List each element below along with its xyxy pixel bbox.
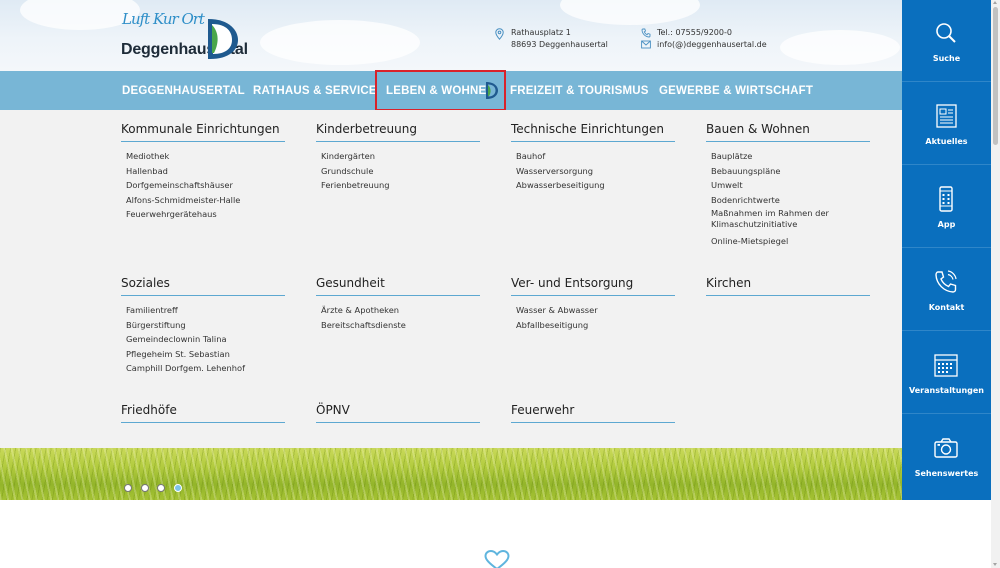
menu-link[interactable]: Bürgerstiftung <box>126 318 245 333</box>
menu-link[interactable]: Maßnahmen im Rahmen der Klimaschutziniti… <box>711 208 871 230</box>
calendar-icon <box>934 354 958 377</box>
logo-d-icon <box>208 19 238 59</box>
sidebar-item-label: Kontakt <box>928 303 965 312</box>
menu-link[interactable]: Familientreff <box>126 303 245 318</box>
address-line2: 88693 Deggenhausertal <box>511 40 608 49</box>
sidebar-item-suche[interactable]: Suche <box>902 0 991 82</box>
address-block: Rathausplatz 1 88693 Deggenhausertal <box>495 27 608 51</box>
phone-icon <box>935 270 957 293</box>
nav-item-rathaus-service[interactable]: RATHAUS & SERVICE <box>253 71 377 110</box>
menu-link[interactable]: Gemeindeclownin Talina <box>126 332 245 347</box>
contact-block: Tel.: 07555/9200-0 info(@)deggenhauserta… <box>641 27 767 51</box>
menu-link[interactable]: Dorfgemeinschaftshäuser <box>126 178 240 193</box>
heart-icon <box>484 550 510 568</box>
sidebar-item-sehenswertes[interactable]: Sehenswertes <box>902 415 991 497</box>
menu-link[interactable]: Camphill Dorfgem. Lehenhof <box>126 361 245 376</box>
menu-link[interactable]: Umwelt <box>711 178 871 193</box>
menu-list-technische: Bauhof Wasserversorgung Abwasserbeseitig… <box>516 149 605 193</box>
menu-link[interactable]: Bebauungspläne <box>711 164 871 179</box>
sidebar-item-label: Suche <box>932 54 961 63</box>
scrollbar-thumb[interactable] <box>993 7 998 145</box>
menu-heading-technische[interactable]: Technische Einrichtungen <box>511 122 675 142</box>
menu-link[interactable]: Bereitschaftsdienste <box>321 318 406 333</box>
camera-icon <box>934 438 958 458</box>
sidebar-item-label: App <box>937 220 956 229</box>
menu-link[interactable]: Ferienbetreuung <box>321 178 390 193</box>
phone-number[interactable]: Tel.: 07555/9200-0 <box>657 27 767 39</box>
nav-item-deggenhausertal[interactable]: DEGGENHAUSERTAL <box>122 71 245 110</box>
slider-dot-3[interactable] <box>157 484 165 492</box>
smartphone-icon <box>939 186 953 212</box>
menu-heading-oepnv[interactable]: ÖPNV <box>316 403 480 423</box>
menu-heading-friedhoefe[interactable]: Friedhöfe <box>121 403 285 423</box>
cloud-decoration <box>780 30 900 65</box>
sidebar-item-veranstaltungen[interactable]: Veranstaltungen <box>902 332 991 414</box>
menu-link[interactable]: Bodenrichtwerte <box>711 193 871 208</box>
scroll-up-arrow-icon[interactable] <box>993 1 997 4</box>
location-pin-icon <box>495 28 504 40</box>
menu-link[interactable]: Kindergärten <box>321 149 390 164</box>
menu-link[interactable]: Alfons-Schmidmeister-Halle <box>126 193 240 208</box>
menu-heading-kinderbetreuung[interactable]: Kinderbetreuung <box>316 122 480 142</box>
search-icon <box>936 23 956 43</box>
logo-script: Luft Kur Ort <box>122 10 205 28</box>
menu-link[interactable]: Bauplätze <box>711 149 871 164</box>
page-scrollbar[interactable] <box>991 0 1000 568</box>
menu-link[interactable]: Mediothek <box>126 149 240 164</box>
mail-icon <box>641 40 651 49</box>
sidebar-item-label: Aktuelles <box>925 137 968 146</box>
menu-link[interactable]: Hallenbad <box>126 164 240 179</box>
menu-list-bauen-wohnen: Bauplätze Bebauungspläne Umwelt Bodenric… <box>711 149 871 249</box>
cloud-decoration <box>560 0 700 25</box>
sidebar-item-kontakt[interactable]: Kontakt <box>902 249 991 331</box>
menu-heading-feuerwehr[interactable]: Feuerwehr <box>511 403 675 423</box>
scroll-down-arrow-icon[interactable] <box>993 563 997 566</box>
menu-heading-kirchen[interactable]: Kirchen <box>706 276 870 296</box>
menu-heading-kommunale[interactable]: Kommunale Einrichtungen <box>121 122 285 142</box>
menu-link[interactable]: Pflegeheim St. Sebastian <box>126 347 245 362</box>
sidebar-item-label: Veranstaltungen <box>908 386 984 395</box>
sidebar-item-aktuelles[interactable]: Aktuelles <box>902 83 991 165</box>
menu-heading-bauen-wohnen[interactable]: Bauen & Wohnen <box>706 122 870 142</box>
menu-link[interactable]: Wasserversorgung <box>516 164 605 179</box>
email-link[interactable]: info(@)deggenhausertal.de <box>657 39 767 51</box>
menu-list-gesundheit: Ärzte & Apotheken Bereitschaftsdienste <box>321 303 406 332</box>
slider-dot-1[interactable] <box>124 484 132 492</box>
mega-menu: Kommunale Einrichtungen Mediothek Hallen… <box>0 110 902 448</box>
menu-link[interactable]: Online-Mietspiegel <box>711 234 871 249</box>
menu-link[interactable]: Ärzte & Apotheken <box>321 303 406 318</box>
site-logo[interactable]: Luft Kur Ort Deggenhausertal <box>118 10 248 64</box>
nav-item-gewerbe-wirtschaft[interactable]: GEWERBE & WIRTSCHAFT <box>659 71 813 110</box>
slider-dot-4-active[interactable] <box>174 484 182 492</box>
menu-link[interactable]: Wasser & Abwasser <box>516 303 598 318</box>
active-nav-highlight <box>375 70 506 111</box>
hero-slider-image <box>0 448 902 500</box>
nav-item-freizeit-tourismus[interactable]: FREIZEIT & TOURISMUS <box>510 71 649 110</box>
menu-list-soziales: Familientreff Bürgerstiftung Gemeindeclo… <box>126 303 245 376</box>
menu-link[interactable]: Grundschule <box>321 164 390 179</box>
sidebar-item-app[interactable]: App <box>902 166 991 248</box>
menu-heading-soziales[interactable]: Soziales <box>121 276 285 296</box>
menu-link[interactable]: Abwasserbeseitigung <box>516 178 605 193</box>
news-icon <box>936 104 957 128</box>
phone-icon <box>641 28 651 38</box>
menu-list-ver-entsorgung: Wasser & Abwasser Abfallbeseitigung <box>516 303 598 332</box>
menu-heading-ver-entsorgung[interactable]: Ver- und Entsorgung <box>511 276 675 296</box>
menu-link[interactable]: Feuerwehrgerätehaus <box>126 207 240 222</box>
header: Luft Kur Ort Deggenhausertal Rathausplat… <box>0 0 902 71</box>
address-line1: Rathausplatz 1 <box>511 28 571 37</box>
quick-access-sidebar: Suche Aktuelles App Kontakt Veranstaltun… <box>902 0 991 500</box>
sidebar-item-label: Sehenswertes <box>914 469 979 478</box>
menu-link[interactable]: Bauhof <box>516 149 605 164</box>
slider-dot-2[interactable] <box>141 484 149 492</box>
cloud-decoration <box>260 20 420 65</box>
menu-list-kinderbetreuung: Kindergärten Grundschule Ferienbetreuung <box>321 149 390 193</box>
menu-heading-gesundheit[interactable]: Gesundheit <box>316 276 480 296</box>
menu-list-kommunale: Mediothek Hallenbad Dorfgemeinschaftshäu… <box>126 149 240 222</box>
menu-link[interactable]: Abfallbeseitigung <box>516 318 598 333</box>
